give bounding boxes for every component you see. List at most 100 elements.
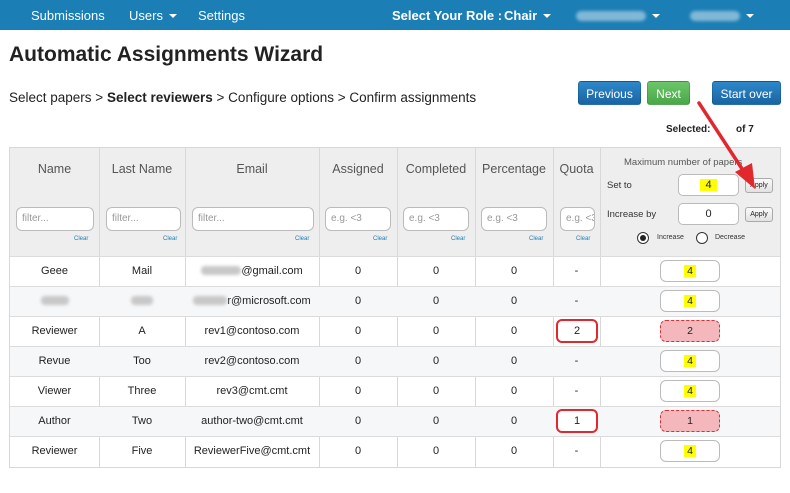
max-papers-input[interactable]: 4 (660, 440, 720, 462)
max-papers-input[interactable]: 4 (660, 380, 720, 402)
max-papers-value: 1 (687, 415, 693, 427)
clear-email-link[interactable]: Clear (295, 236, 309, 242)
cell-assigned: 0 (354, 385, 362, 397)
cell-assigned: 0 (354, 355, 362, 367)
max-papers-input[interactable]: 4 (660, 350, 720, 372)
decrease-radio-label: Decrease (715, 234, 745, 241)
header-assigned[interactable]: Assigned (319, 162, 397, 176)
cell-last-name: Mail (131, 265, 153, 277)
cell-completed: 0 (432, 445, 440, 457)
cell-percentage: 0 (510, 385, 518, 397)
header-percentage[interactable]: Percentage (475, 162, 553, 176)
cell-name: Revue (38, 355, 71, 367)
nav-submissions[interactable]: Submissions (31, 8, 105, 23)
nav-users[interactable]: Users (129, 8, 177, 23)
cell-quota: - (574, 355, 579, 367)
page-title: Automatic Assignments Wizard (9, 43, 324, 66)
clear-percentage-link[interactable]: Clear (529, 236, 543, 242)
next-button[interactable]: Next (647, 81, 690, 105)
conference-dropdown[interactable] (576, 8, 660, 23)
decrease-radio[interactable] (696, 232, 708, 244)
increase-by-input[interactable]: 0 (678, 203, 739, 225)
cell-email: r@microsoft.com (185, 295, 319, 307)
header-quota[interactable]: Quota (553, 162, 600, 176)
reviewers-table: Name Last Name Email Assigned Completed … (9, 147, 781, 468)
user-dropdown[interactable] (690, 8, 754, 23)
header-email[interactable]: Email (185, 162, 319, 176)
cell-quota: - (574, 385, 579, 397)
cell-last-name: Five (131, 445, 153, 457)
clear-completed-link[interactable]: Clear (451, 236, 465, 242)
step-select-reviewers: Select reviewers (106, 90, 213, 105)
clear-name-link[interactable]: Clear (74, 236, 88, 242)
set-to-input[interactable]: 4 (678, 174, 739, 196)
cell-percentage: 0 (510, 445, 518, 457)
max-papers-input-warning[interactable]: 1 (660, 410, 720, 432)
wizard-breadcrumb: Select papers > Select reviewers > Confi… (9, 90, 476, 105)
role-dropdown[interactable]: Chair (504, 8, 552, 23)
header-last-name[interactable]: Last Name (99, 162, 185, 176)
filter-email-input[interactable]: filter... (192, 207, 314, 231)
increase-radio-label: Increase (657, 234, 684, 241)
cell-assigned: 0 (354, 265, 362, 277)
top-navbar: Submissions Users Settings Select Your R… (0, 0, 790, 30)
cell-email: rev1@contoso.com (204, 325, 300, 337)
cell-completed: 0 (432, 385, 440, 397)
cell-percentage: 0 (510, 325, 518, 337)
role-label: Select Your Role : (392, 8, 503, 23)
filter-completed-input[interactable]: e.g. <3 (403, 207, 469, 231)
clear-quota-link[interactable]: Clear (576, 236, 590, 242)
chevron-down-icon (168, 14, 177, 18)
clear-last-name-link[interactable]: Clear (163, 236, 177, 242)
max-papers-input[interactable]: 4 (660, 290, 720, 312)
cell-name: Geee (41, 265, 68, 277)
increase-radio[interactable] (637, 232, 649, 244)
table-row[interactable]: Reviewer A rev1@contoso.com 0 0 0 2 2 (10, 316, 780, 346)
header-completed[interactable]: Completed (397, 162, 475, 176)
table-row[interactable]: Viewer Three rev3@cmt.cmt 0 0 0 - 4 (10, 376, 780, 406)
redacted-text (690, 11, 740, 21)
set-to-apply-button[interactable]: Apply (745, 178, 773, 193)
redacted-text (576, 11, 646, 21)
header-name[interactable]: Name (10, 162, 99, 176)
selected-label: Selected: (666, 124, 711, 135)
filter-name-input[interactable]: filter... (16, 207, 94, 231)
nav-settings[interactable]: Settings (198, 8, 245, 23)
max-papers-value: 4 (684, 265, 696, 277)
cell-last-name: Two (131, 415, 153, 427)
max-papers-input-warning[interactable]: 2 (660, 320, 720, 342)
step-select-papers: Select papers > (9, 90, 104, 105)
redacted-text (201, 266, 242, 275)
max-papers-input[interactable]: 4 (660, 260, 720, 282)
chevron-down-icon (652, 14, 660, 18)
cell-assigned: 0 (354, 415, 362, 427)
filter-quota-input[interactable]: e.g. <3 (560, 207, 595, 231)
previous-button[interactable]: Previous (578, 81, 641, 105)
redacted-text (40, 296, 69, 305)
table-row[interactable]: Revue Too rev2@contoso.com 0 0 0 - 4 (10, 346, 780, 376)
max-papers-value: 4 (684, 385, 696, 397)
cell-assigned: 0 (354, 325, 362, 337)
cell-last-name: Too (133, 355, 151, 367)
set-to-value: 4 (700, 179, 717, 191)
table-row[interactable]: Reviewer Five ReviewerFive@cmt.cmt 0 0 0… (10, 436, 780, 467)
cell-email: author-two@cmt.cmt (201, 415, 303, 427)
table-row[interactable]: Geee Mail @gmail.com 0 0 0 - 4 (10, 256, 780, 286)
filter-percentage-input[interactable]: e.g. <3 (481, 207, 547, 231)
cell-last-name: A (138, 325, 146, 337)
start-over-button[interactable]: Start over (712, 81, 781, 105)
quota-highlight-box: 1 (556, 409, 598, 433)
step-remaining: > Configure options > Confirm assignment… (216, 90, 477, 105)
increase-by-label: Increase by (607, 209, 657, 220)
filter-assigned-input[interactable]: e.g. <3 (325, 207, 391, 231)
clear-assigned-link[interactable]: Clear (373, 236, 387, 242)
max-papers-value: 2 (687, 325, 693, 337)
table-row[interactable]: r@microsoft.com 0 0 0 - 4 (10, 286, 780, 316)
filter-last-name-input[interactable]: filter... (106, 207, 181, 231)
cell-completed: 0 (432, 325, 440, 337)
role-value: Chair (504, 8, 538, 23)
table-row[interactable]: Author Two author-two@cmt.cmt 0 0 0 1 1 (10, 406, 780, 436)
increase-apply-button[interactable]: Apply (745, 207, 773, 222)
cell-name: Viewer (37, 385, 72, 397)
cell-email: ReviewerFive@cmt.cmt (193, 445, 311, 457)
